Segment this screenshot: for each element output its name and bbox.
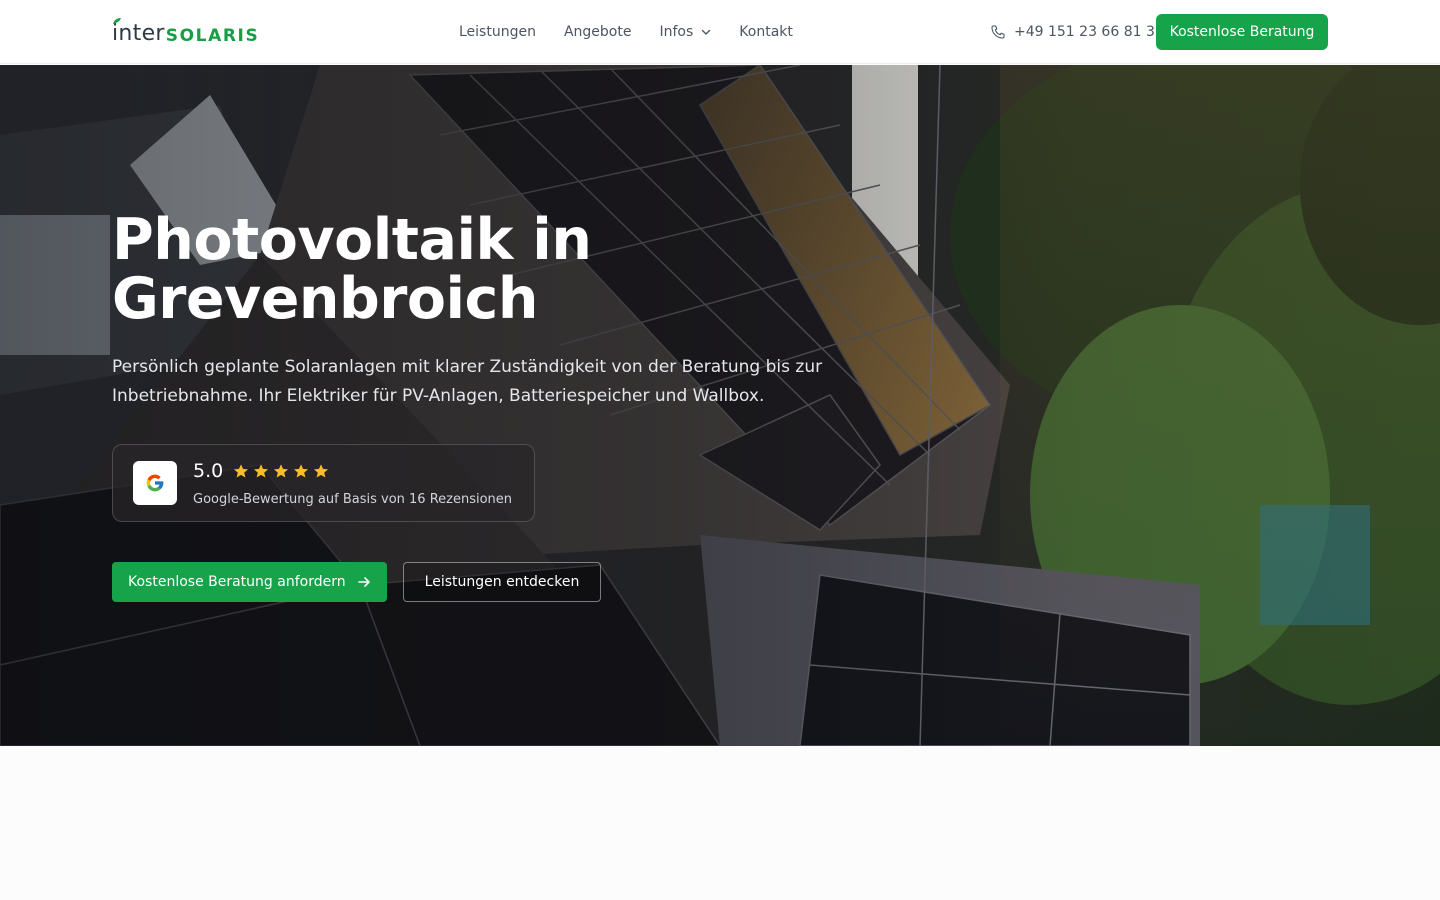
nav-item-label: Infos (659, 24, 694, 40)
nav-item-label: Angebote (563, 24, 632, 40)
logo-suffix: SOLARIS (165, 26, 260, 46)
logo-prefix: inter (112, 21, 165, 46)
nav-item-leistungen[interactable]: Leistungen (459, 22, 536, 42)
nav-item-angebote[interactable]: Angebote (564, 22, 632, 42)
main-nav: Leistungen Angebote Infos Kontakt (459, 22, 821, 42)
button-label: Kostenlose Beratung anfordern (128, 574, 346, 590)
hero-title: Photovoltaik in Grevenbroich (112, 207, 592, 332)
chevron-down-icon (702, 29, 711, 35)
site-header: inter SOLARIS Leistungen Angebote Infos … (0, 0, 1440, 64)
phone-icon (991, 25, 1005, 39)
rating-value: 5.0 (193, 460, 224, 482)
leaf-icon (113, 18, 121, 24)
google-badge (133, 461, 177, 505)
star-icon (234, 464, 248, 478)
discover-services-button[interactable]: Leistungen entdecken (403, 562, 601, 602)
nav-item-infos[interactable]: Infos (659, 22, 711, 42)
phone-number: +49 151 23 66 81 32 (1014, 24, 1164, 40)
star-icon (294, 464, 308, 478)
nav-item-label: Leistungen (459, 24, 536, 40)
nav-item-label: Kontakt (739, 24, 793, 40)
star-icon (274, 464, 288, 478)
phone-link[interactable]: +49 151 23 66 81 32 (990, 22, 1164, 42)
google-icon (146, 474, 164, 492)
star-icon (314, 464, 328, 478)
hero-section: Photovoltaik in Grevenbroich Persönlich … (0, 65, 1440, 746)
hero-subtitle: Persönlich geplante Solaranlagen mit kla… (112, 357, 823, 406)
google-review-card: 5.0 Google-Bewertung auf Basis von 16 Re… (112, 444, 535, 522)
nav-item-kontakt[interactable]: Kontakt (739, 22, 793, 42)
star-icon (254, 464, 268, 478)
request-consultation-button[interactable]: Kostenlose Beratung anfordern (112, 562, 387, 602)
star-rating (233, 463, 333, 479)
logo[interactable]: inter SOLARIS (112, 18, 260, 46)
arrow-right-icon (358, 577, 370, 587)
review-summary: Google-Bewertung auf Basis von 16 Rezens… (193, 492, 513, 507)
header-cta-button[interactable]: Kostenlose Beratung (1156, 14, 1328, 50)
